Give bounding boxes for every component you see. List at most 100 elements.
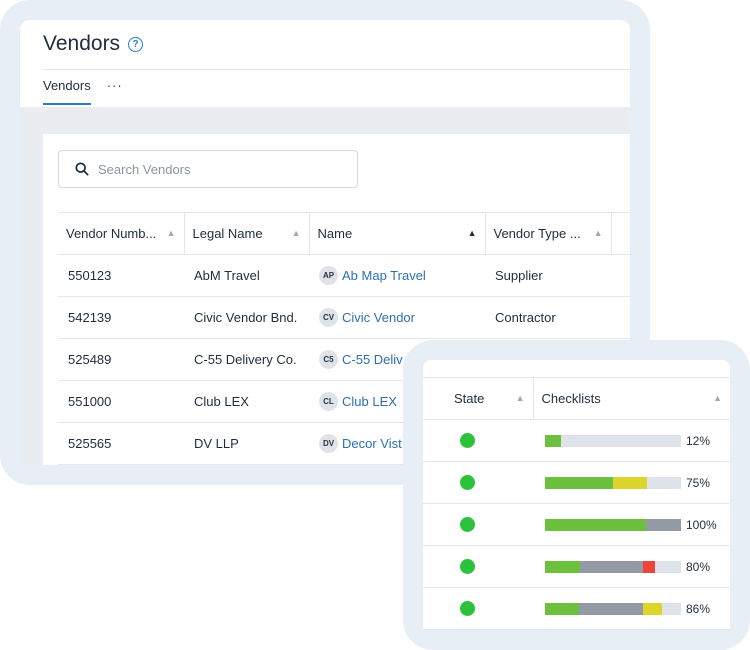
state-cell: [423, 461, 533, 504]
column-header-checklists[interactable]: Checklists ▲: [532, 377, 730, 420]
progress-percent: 100%: [686, 517, 717, 532]
progress-segment-green: [545, 518, 646, 531]
column-header-vendor-number[interactable]: Vendor Numb... ▲: [58, 212, 184, 255]
table-row[interactable]: 80%: [423, 545, 730, 588]
checklist-progress: 12%: [545, 434, 730, 448]
progress-bar: [545, 476, 681, 489]
column-label: Vendor Type ...: [493, 226, 581, 241]
progress-segment-green: [545, 476, 613, 489]
table-header-row: State ▲ Checklists ▲: [423, 377, 730, 420]
progress-percent: 80%: [686, 559, 711, 574]
checklists-window: State ▲ Checklists ▲ 12% 75% 100% 80% 86%: [423, 360, 730, 630]
progress-segment-green: [545, 560, 581, 573]
column-label: State: [454, 391, 485, 406]
vendor-number-cell: 551000: [58, 380, 184, 423]
table-row[interactable]: 12%: [423, 419, 730, 462]
table-row[interactable]: 75%: [423, 461, 730, 504]
empty-cell: [611, 296, 630, 339]
sort-icon[interactable]: ▲: [468, 228, 477, 238]
vendor-type-cell: Supplier: [485, 254, 611, 297]
checklist-progress: 86%: [545, 602, 730, 616]
progress-segment-gray: [645, 518, 681, 531]
tab-bar: Vendors ···: [43, 78, 123, 105]
state-cell: [423, 545, 533, 588]
checklists-window-frame: State ▲ Checklists ▲ 12% 75% 100% 80% 86%: [403, 340, 750, 650]
vendor-name-link[interactable]: C-55 Deliv: [342, 352, 403, 367]
progress-segment-gray: [580, 560, 643, 573]
progress-percent: 86%: [686, 601, 711, 616]
checklist-cell: 100%: [533, 503, 730, 546]
sort-icon[interactable]: ▲: [594, 228, 603, 238]
progress-bar: [545, 560, 681, 573]
checklists-table: State ▲ Checklists ▲ 12% 75% 100% 80% 86%: [423, 377, 730, 630]
empty-cell: [611, 254, 630, 297]
help-icon[interactable]: ?: [128, 36, 144, 52]
sort-icon[interactable]: ▲: [167, 228, 176, 238]
vendor-number-cell: 542139: [58, 296, 184, 339]
progress-segment-green: [545, 602, 579, 615]
column-header-extra: [610, 212, 630, 255]
vendor-number-cell: 550123: [58, 254, 184, 297]
state-indicator-icon: [460, 517, 475, 532]
progress-bar: [545, 434, 681, 447]
sort-icon[interactable]: ▲: [516, 393, 525, 403]
column-header-legal-name[interactable]: Legal Name ▲: [183, 212, 309, 255]
table-row[interactable]: 550123 AbM Travel AP Ab Map Travel Suppli…: [58, 254, 630, 297]
state-indicator-icon: [460, 601, 475, 616]
progress-percent: 75%: [686, 475, 711, 490]
column-label: Vendor Numb...: [66, 226, 157, 241]
checklist-progress: 100%: [545, 518, 730, 532]
checklist-cell: 75%: [533, 461, 730, 504]
checklist-progress: 80%: [545, 560, 730, 574]
vendor-name-link[interactable]: Club LEX: [342, 394, 397, 409]
column-label: Checklists: [541, 391, 601, 406]
search-placeholder: Search Vendors: [98, 161, 191, 177]
title-row: Vendors ?: [43, 32, 144, 56]
sort-icon[interactable]: ▲: [292, 228, 301, 238]
vendor-name-link[interactable]: Decor Vist: [342, 436, 402, 451]
checklist-cell: 80%: [533, 545, 730, 588]
column-header-name[interactable]: Name ▲: [308, 212, 485, 255]
progress-segment-gray: [579, 602, 643, 615]
table-header-row: Vendor Numb... ▲ Legal Name ▲ Name ▲ Vendor…: [58, 212, 630, 255]
progress-segment-red: [642, 560, 656, 573]
vendor-number-cell: 525565: [58, 422, 184, 465]
avatar: CV: [319, 308, 338, 327]
avatar: C5: [319, 350, 338, 369]
table-row[interactable]: 86%: [423, 587, 730, 630]
sort-icon[interactable]: ▲: [713, 393, 722, 403]
state-indicator-icon: [460, 433, 475, 448]
progress-percent: 12%: [686, 433, 711, 448]
avatar: DV: [319, 434, 338, 453]
state-cell: [423, 587, 533, 630]
vendor-name-link[interactable]: Ab Map Travel: [342, 268, 426, 283]
vendor-type-cell: Contractor: [485, 296, 611, 339]
progress-bar: [545, 518, 681, 531]
column-header-state[interactable]: State ▲: [423, 377, 533, 420]
vendor-number-cell: 525489: [58, 338, 184, 381]
legal-name-cell: AbM Travel: [184, 254, 309, 297]
search-input[interactable]: Search Vendors: [58, 150, 358, 188]
vendor-name-link[interactable]: Civic Vendor: [342, 310, 415, 325]
legal-name-cell: Club LEX: [184, 380, 309, 423]
avatar: AP: [319, 266, 338, 285]
tab-vendors[interactable]: Vendors: [43, 78, 91, 105]
table-row[interactable]: 100%: [423, 503, 730, 546]
progress-segment-yellow: [642, 602, 662, 615]
page-title: Vendors: [43, 32, 121, 55]
legal-name-cell: Civic Vendor Bnd.: [184, 296, 309, 339]
state-indicator-icon: [460, 475, 475, 490]
checklist-cell: 86%: [533, 587, 730, 630]
progress-segment-green: [545, 434, 562, 447]
checklist-cell: 12%: [533, 419, 730, 462]
column-header-vendor-type[interactable]: Vendor Type ... ▲: [484, 212, 611, 255]
progress-bar: [545, 602, 681, 615]
checklist-progress: 75%: [545, 476, 730, 490]
legal-name-cell: C-55 Delivery Co.: [184, 338, 309, 381]
more-tabs-icon[interactable]: ···: [107, 78, 123, 105]
header-divider: [43, 69, 630, 70]
legal-name-cell: DV LLP: [184, 422, 309, 465]
state-cell: [423, 503, 533, 546]
search-icon: [75, 162, 89, 176]
table-row[interactable]: 542139 Civic Vendor Bnd. CV Civic Vendor …: [58, 296, 630, 339]
